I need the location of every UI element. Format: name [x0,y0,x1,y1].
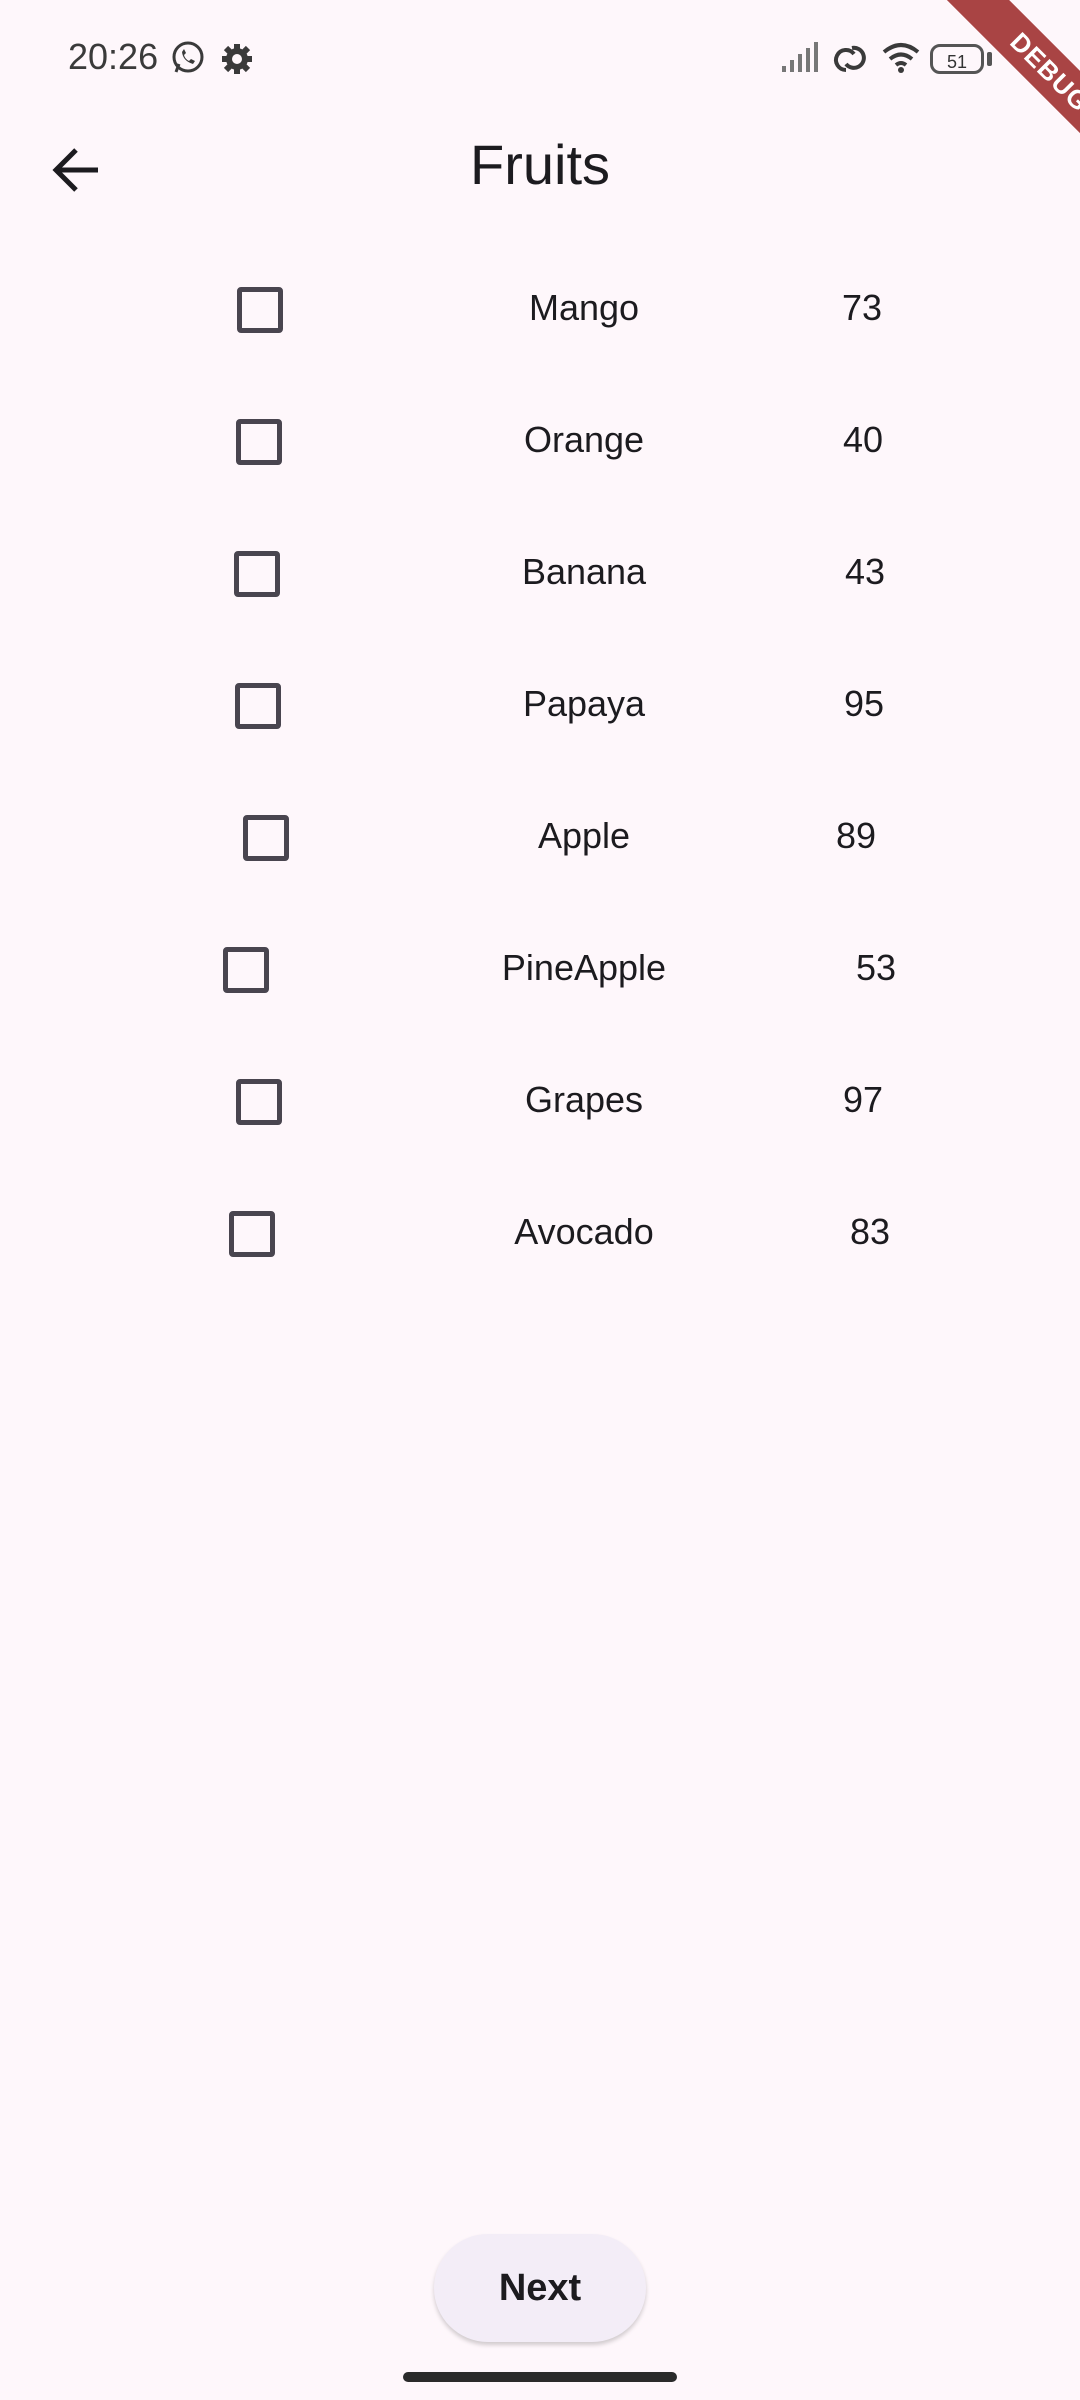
whatsapp-icon [172,41,204,73]
screen: 20:26 51 DEBUG Fruits Mango 73 Orange 40… [0,0,1080,2400]
list-item: Orange 40 [0,377,1080,509]
battery-icon: 51 [930,44,984,74]
fruit-list: Mango 73 Orange 40 Banana 43 Papaya 95 A… [0,245,1080,1301]
battery-level: 51 [946,52,968,72]
fruit-name: Mango [528,287,640,328]
fruit-value: 73 [841,287,883,328]
fruit-name: Orange [523,419,645,460]
fruit-name: Papaya [522,683,646,724]
app-bar: Fruits [0,120,1080,220]
status-bar: 20:26 51 [0,0,1080,120]
link-icon [834,45,866,72]
page-title: Fruits [470,133,610,196]
fruit-value: 89 [835,815,877,856]
gear-icon [222,44,252,74]
fruit-value: 43 [844,551,886,592]
list-item: Papaya 95 [0,641,1080,773]
list-item: Avocado 83 [0,1169,1080,1301]
list-item: PineApple 53 [0,905,1080,1037]
battery-tip [987,52,992,66]
wifi-icon [882,43,920,73]
list-item: Grapes 97 [0,1037,1080,1169]
fruit-value: 40 [842,419,884,460]
status-time: 20:26 [68,36,159,77]
list-item: Banana 43 [0,509,1080,641]
fruit-value: 53 [855,947,897,988]
fruit-value: 95 [843,683,885,724]
fruit-name: Grapes [524,1079,644,1120]
home-indicator[interactable] [403,2372,677,2382]
list-item: Apple 89 [0,773,1080,905]
next-button[interactable]: Next [434,2234,646,2342]
fruit-value: 83 [849,1211,891,1252]
list-item: Mango 73 [0,245,1080,377]
fruit-name: Avocado [514,1211,654,1252]
fruit-value: 97 [842,1079,884,1120]
fruit-name: Banana [521,551,647,592]
fruit-name: Apple [537,815,631,856]
signal-icon [782,42,818,72]
